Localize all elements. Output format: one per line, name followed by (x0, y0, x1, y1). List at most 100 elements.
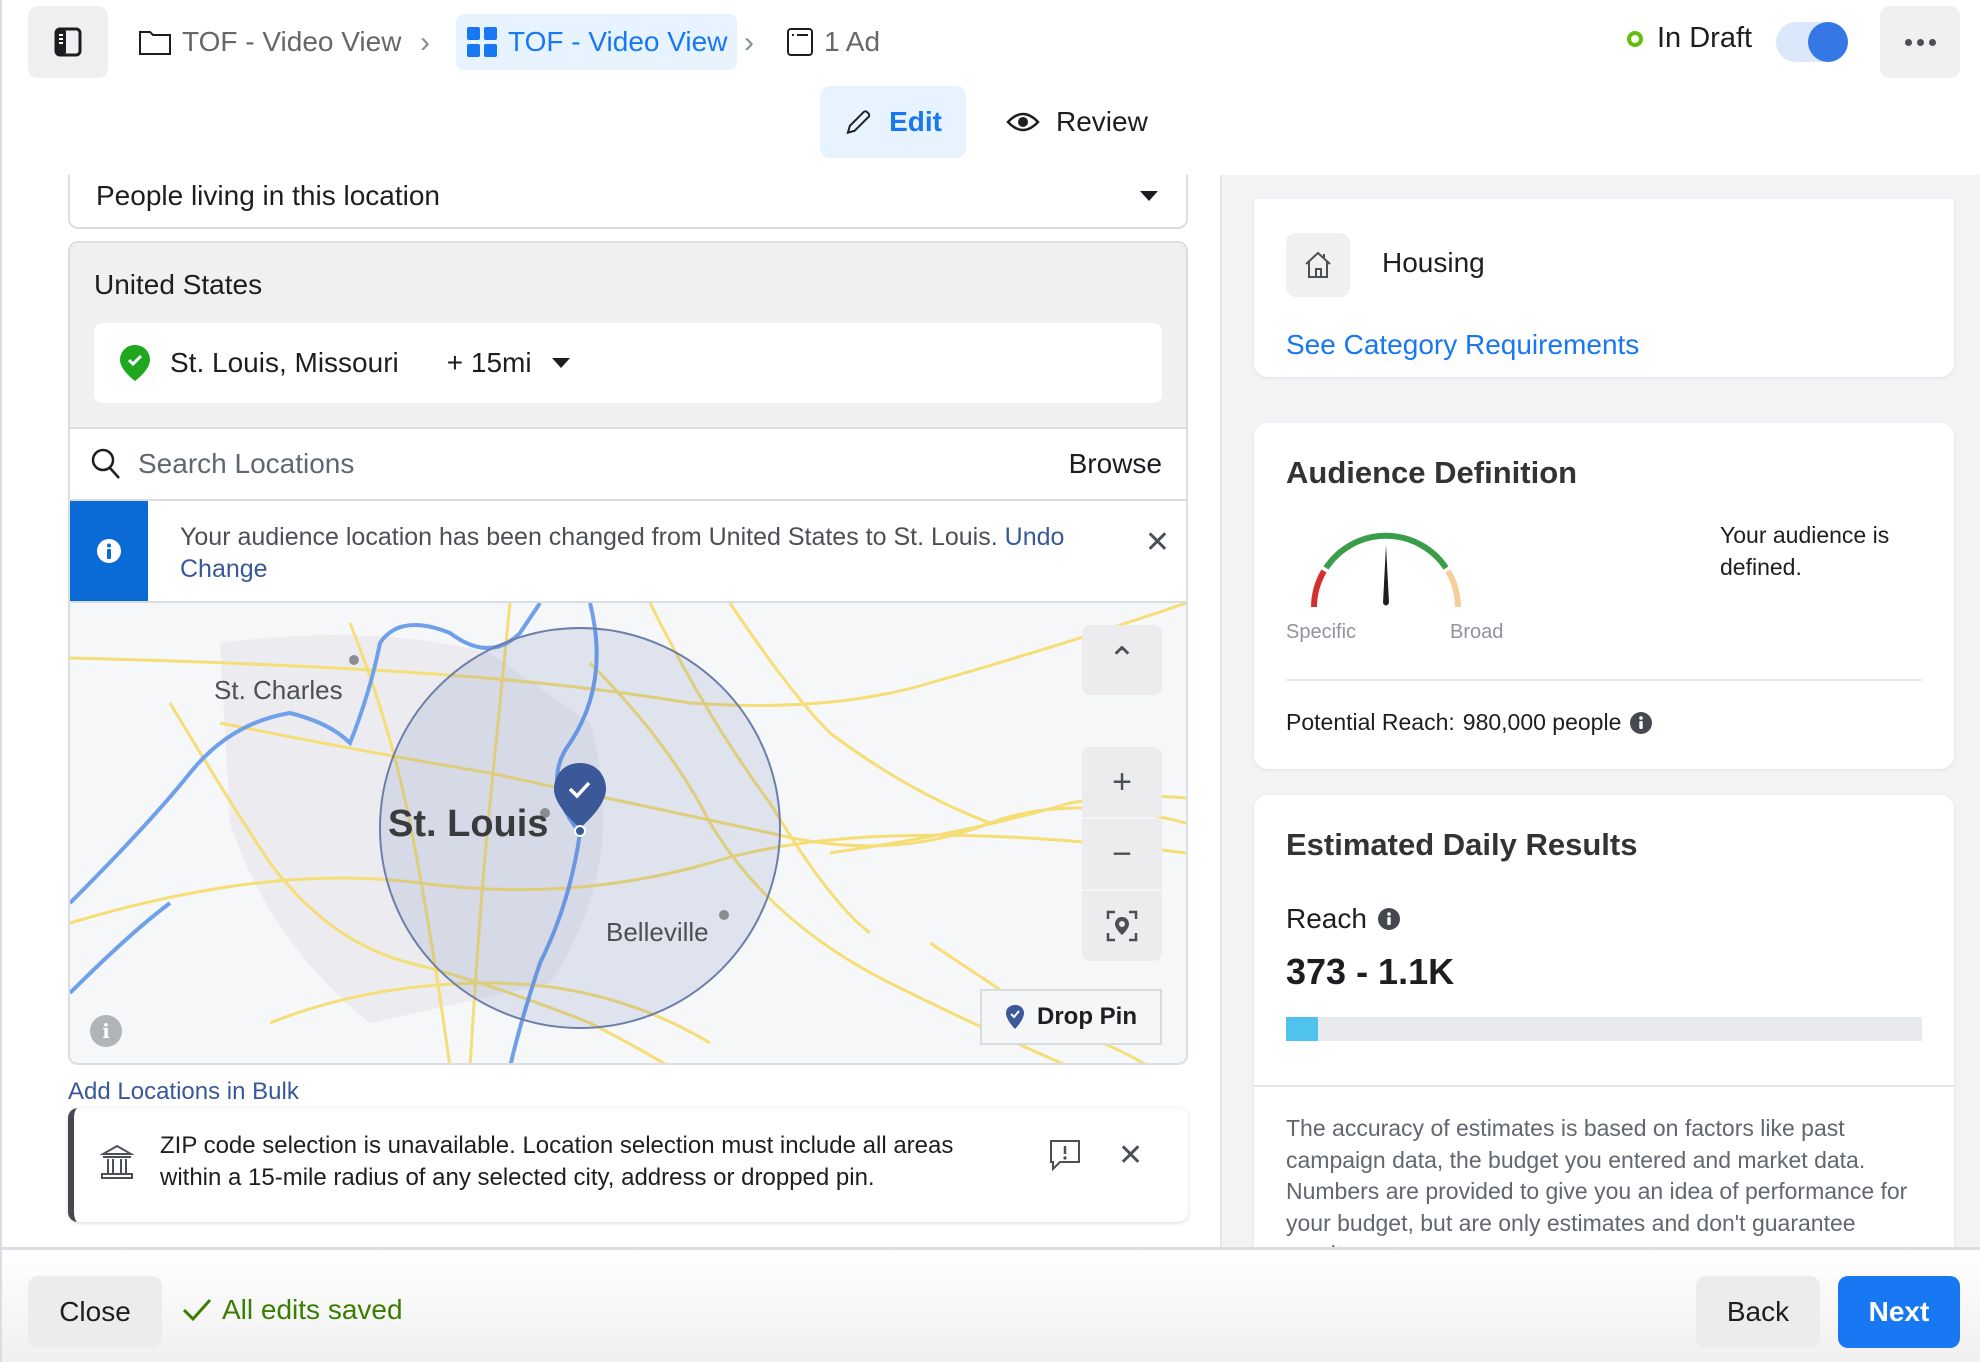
grid-icon (467, 27, 497, 57)
audience-definition-title: Audience Definition (1286, 455, 1578, 490)
location-search[interactable]: Search Locations Browse (70, 429, 1186, 501)
reach-bar (1286, 1017, 1922, 1041)
plus-icon: + (1112, 762, 1132, 801)
institution-icon (100, 1144, 134, 1179)
reach-value: 373 - 1.1K (1286, 951, 1455, 992)
info-icon[interactable] (1377, 907, 1401, 931)
search-input[interactable]: Search Locations (138, 448, 1069, 480)
checkmark-icon (182, 1298, 212, 1322)
city-dot (719, 910, 729, 920)
collapse-map-button[interactable]: ⌃ (1082, 625, 1162, 695)
house-icon (1305, 251, 1331, 278)
chevron-up-icon: ⌃ (1107, 641, 1137, 679)
drop-pin-button[interactable]: Drop Pin (980, 989, 1162, 1045)
pin-check-icon (1006, 1005, 1024, 1029)
more-options-button[interactable] (1880, 6, 1960, 78)
caret-down-icon (1140, 191, 1158, 201)
reach-metric: Reach (1286, 903, 1401, 935)
map-label-st-charles: St. Charles (214, 675, 343, 705)
estimates-disclaimer: The accuracy of estimates is based on fa… (1286, 1115, 1908, 1247)
banner-accent (70, 501, 148, 601)
breadcrumb-label: TOF - Video View (182, 26, 402, 57)
potential-reach-value: 980,000 people (1462, 709, 1622, 735)
close-button[interactable]: Close (28, 1276, 162, 1348)
breadcrumb-ad-set[interactable]: TOF - Video View (456, 14, 738, 70)
map[interactable]: St. Charles St. Louis Belleville ⌃ + − D… (70, 603, 1186, 1063)
breadcrumb-ad[interactable]: 1 Ad (786, 14, 880, 70)
reach-bar-fill (1286, 1017, 1318, 1041)
ad-icon (787, 28, 813, 56)
pencil-icon (846, 110, 871, 135)
location-type-select[interactable]: People living in this location (68, 175, 1188, 229)
saved-label: All edits saved (222, 1294, 403, 1325)
divider (1286, 679, 1922, 681)
gauge-high-label: Broad (1450, 621, 1504, 643)
location-name: St. Louis, Missouri (170, 347, 399, 378)
banner-text: Your audience location has been changed … (180, 523, 998, 551)
status-dot-icon (1627, 30, 1643, 47)
radius-value: + 15mi (446, 347, 532, 378)
search-icon (91, 448, 120, 479)
browse-button[interactable]: Browse (1069, 448, 1162, 480)
recenter-pin-icon (1106, 910, 1138, 942)
selected-locations: United States St. Louis, Missouri + 15mi (70, 243, 1186, 429)
caret-down-icon (551, 358, 570, 368)
info-icon (97, 539, 121, 563)
gauge-low-label: Specific (1286, 621, 1357, 643)
minus-icon: − (1112, 834, 1132, 873)
summary-panel: Housing See Category Requirements Audien… (1220, 175, 1980, 1247)
gauge-segment-specific (1311, 569, 1327, 608)
back-button[interactable]: Back (1696, 1276, 1820, 1348)
zoom-in-button[interactable]: + (1082, 747, 1162, 817)
feedback-icon[interactable] (1048, 1138, 1082, 1172)
info-icon[interactable] (1629, 711, 1653, 735)
recenter-button[interactable] (1082, 891, 1162, 961)
see-category-requirements-link[interactable]: See Category Requirements (1286, 329, 1639, 361)
country-label: United States (94, 269, 263, 300)
save-status: All edits saved (182, 1294, 403, 1326)
close-icon[interactable]: ✕ (1118, 1138, 1143, 1173)
dot-icon (1916, 38, 1924, 46)
potential-reach-label: Potential Reach: (1286, 709, 1455, 735)
zoom-out-button[interactable]: − (1082, 819, 1162, 889)
folder-icon (139, 31, 171, 55)
add-locations-in-bulk-link[interactable]: Add Locations in Bulk (68, 1078, 299, 1106)
city-dot (349, 655, 359, 665)
audience-definition-card: Audience Definition Specific Broad Your … (1254, 423, 1954, 769)
reach-label: Reach (1286, 903, 1367, 934)
audience-gauge (1311, 532, 1461, 608)
ad-editor-window: TOF - Video View › TOF - Video View › 1 … (0, 0, 1980, 1362)
radius-select[interactable]: + 15mi (447, 347, 570, 379)
location-changed-banner: Your audience location has been changed … (70, 501, 1186, 603)
eye-icon (1006, 112, 1040, 132)
toggle-knob (1808, 22, 1848, 62)
status-indicator: In Draft (1627, 22, 1752, 55)
breadcrumb-label: TOF - Video View (508, 26, 728, 57)
sidebar-icon (54, 27, 82, 57)
status-label: In Draft (1657, 22, 1753, 54)
zip-code-notice: ZIP code selection is unavailable. Locat… (68, 1108, 1188, 1222)
next-button[interactable]: Next (1838, 1276, 1960, 1348)
location-panel: People living in this location United St… (2, 175, 1220, 1247)
gauge-segment-broad (1445, 569, 1461, 608)
dot-icon (1904, 38, 1912, 46)
chevron-right-icon: › (420, 26, 430, 59)
breadcrumb-campaign[interactable]: TOF - Video View (138, 14, 401, 70)
close-icon[interactable]: ✕ (1145, 525, 1170, 560)
footer: Close All edits saved Back Next (2, 1247, 1980, 1362)
map-label-belleville: Belleville (606, 917, 709, 947)
map-label-st-louis: St. Louis (388, 803, 549, 845)
drop-pin-label: Drop Pin (1037, 1003, 1137, 1030)
map-info-icon[interactable]: i (90, 1015, 122, 1047)
sidebar-toggle-button[interactable] (28, 6, 108, 78)
divider (1254, 1085, 1954, 1087)
selected-location-chip[interactable]: St. Louis, Missouri + 15mi (94, 323, 1162, 403)
tab-edit[interactable]: Edit (820, 86, 966, 158)
tab-review[interactable]: Review (982, 86, 1172, 158)
publish-toggle[interactable] (1776, 22, 1848, 62)
estimates-title: Estimated Daily Results (1286, 827, 1638, 862)
tab-label: Review (1056, 106, 1148, 137)
location-type-value: People living in this location (96, 180, 440, 211)
category-label: Housing (1382, 247, 1485, 278)
estimated-daily-results-card: Estimated Daily Results Reach 373 - 1.1K… (1254, 795, 1954, 1247)
